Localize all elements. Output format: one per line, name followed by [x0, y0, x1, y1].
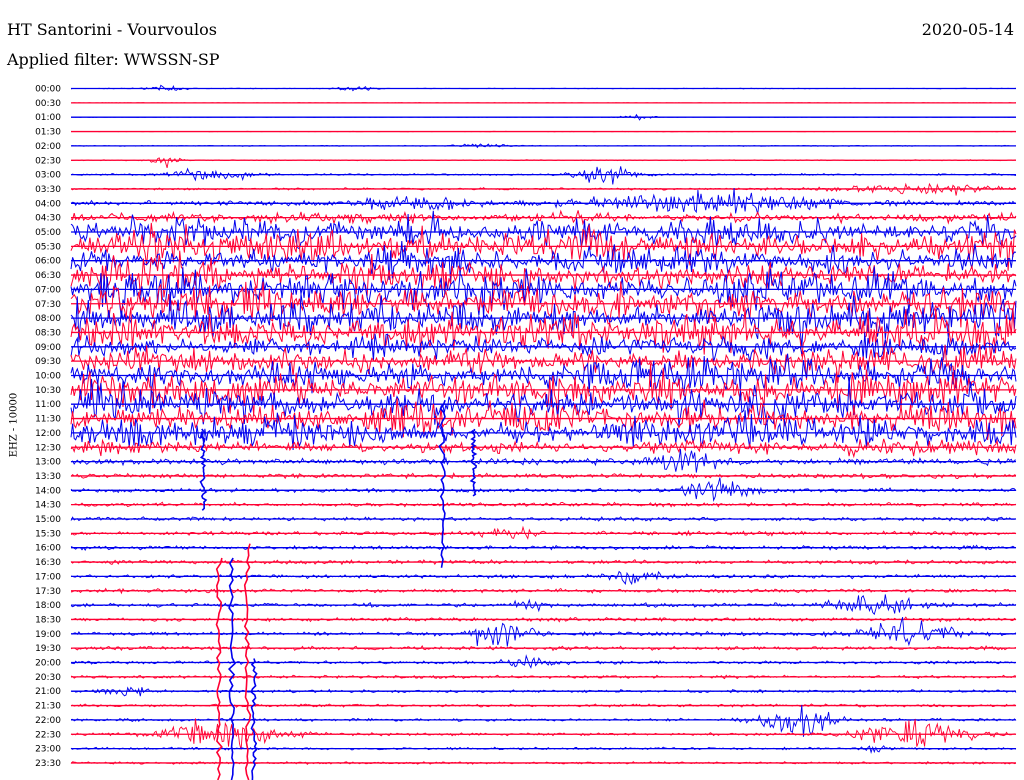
time-label: 23:00 — [35, 745, 61, 755]
time-label: 15:00 — [35, 515, 61, 525]
time-label: 12:30 — [35, 443, 61, 453]
time-label: 12:00 — [35, 429, 61, 439]
time-label: 07:00 — [35, 285, 61, 295]
seismic-trace — [70, 449, 1017, 473]
time-label: 06:00 — [35, 257, 61, 267]
time-label: 18:30 — [35, 615, 61, 625]
time-label: 17:00 — [35, 572, 61, 582]
seismic-trace — [70, 187, 1017, 215]
time-label: 13:30 — [35, 472, 61, 482]
time-label: 08:30 — [35, 328, 61, 338]
time-label: 09:30 — [35, 357, 61, 367]
time-label: 21:00 — [35, 687, 61, 697]
seismic-trace — [70, 477, 1017, 503]
seismic-trace — [70, 594, 1017, 616]
time-label: 18:00 — [35, 601, 61, 611]
time-label: 04:30 — [35, 214, 61, 224]
time-label: 22:00 — [35, 716, 61, 726]
time-label: 02:30 — [35, 156, 61, 166]
time-label: 11:30 — [35, 415, 61, 425]
time-label: 01:30 — [35, 128, 61, 138]
time-label: 21:30 — [35, 702, 61, 712]
time-label: 17:30 — [35, 587, 61, 597]
time-label: 04:00 — [35, 199, 61, 209]
time-label: 22:30 — [35, 730, 61, 740]
trace-layer — [70, 84, 1017, 780]
time-label: 16:30 — [35, 558, 61, 568]
time-label: 05:30 — [35, 242, 61, 252]
time-label: 20:00 — [35, 659, 61, 669]
time-label: 11:00 — [35, 400, 61, 410]
time-label: 00:00 — [35, 85, 61, 95]
time-label: 14:00 — [35, 486, 61, 496]
time-label: 06:30 — [35, 271, 61, 281]
time-label: 05:00 — [35, 228, 61, 238]
seismic-trace — [70, 570, 1017, 586]
time-label: 16:00 — [35, 544, 61, 554]
seismic-trace — [71, 157, 1016, 169]
seismic-trace — [70, 182, 1017, 196]
seismic-trace — [70, 616, 1017, 647]
time-label: 10:30 — [35, 386, 61, 396]
time-label: 15:30 — [35, 529, 61, 539]
time-label: 01:00 — [35, 113, 61, 123]
time-label: 00:30 — [35, 99, 61, 109]
time-label: 07:30 — [35, 300, 61, 310]
seismic-trace — [70, 166, 1017, 185]
seismic-trace — [70, 654, 1017, 669]
time-label: 23:30 — [35, 759, 61, 769]
time-label: 13:00 — [35, 458, 61, 468]
time-label: 19:30 — [35, 644, 61, 654]
time-label: 14:30 — [35, 501, 61, 511]
helicorder-plot: 00:00 00:30 01:00 01:30 02:00 02:30 03:00 03:30… — [35, 84, 1017, 780]
time-label: 10:00 — [35, 372, 61, 382]
time-label: 09:00 — [35, 343, 61, 353]
time-label: 02:00 — [35, 142, 61, 152]
time-label: 03:30 — [35, 185, 61, 195]
time-label-column: 00:00 00:30 01:00 01:30 02:00 02:30 03:00 03:30… — [35, 85, 61, 769]
time-label: 19:00 — [35, 630, 61, 640]
seismic-trace — [70, 266, 1017, 319]
time-label: 03:00 — [35, 171, 61, 181]
time-label: 20:30 — [35, 673, 61, 683]
time-label: 08:00 — [35, 314, 61, 324]
